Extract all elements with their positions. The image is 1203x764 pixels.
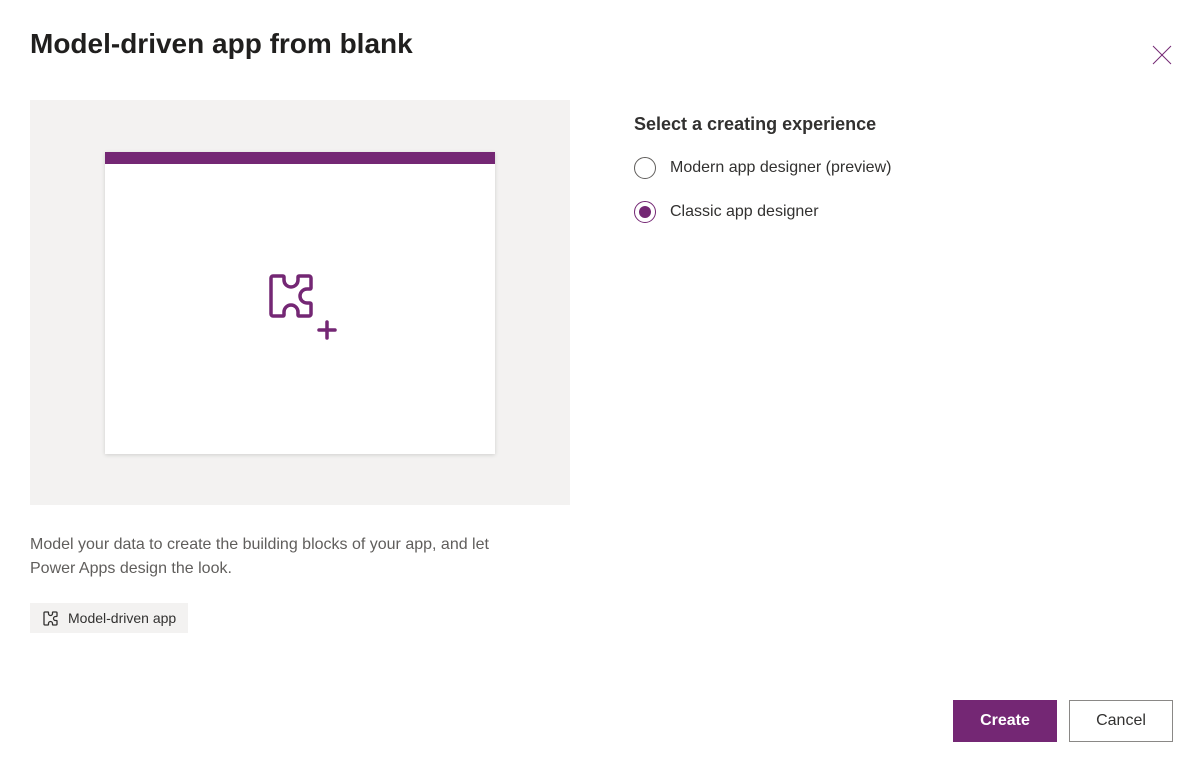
dialog-description: Model your data to create the building b… [30,533,510,581]
preview-illustration [261,164,339,454]
selector-heading: Select a creating experience [634,114,891,135]
radio-icon [634,157,656,179]
radio-label-modern: Modern app designer (preview) [670,159,891,177]
dialog-header: Model-driven app from blank [30,28,1173,70]
radio-option-modern[interactable]: Modern app designer (preview) [634,157,891,179]
close-icon [1151,44,1173,66]
create-app-dialog: Model-driven app from blank [0,0,1203,764]
tag-label: Model-driven app [68,610,176,626]
cancel-button[interactable]: Cancel [1069,700,1173,742]
dialog-footer: Create Cancel [953,700,1173,742]
radio-option-classic[interactable]: Classic app designer [634,201,891,223]
right-pane: Select a creating experience Modern app … [634,100,891,633]
puzzle-icon [42,609,60,627]
radio-icon-selected [634,201,656,223]
app-type-tag: Model-driven app [30,603,188,633]
preview-frame [30,100,570,505]
dialog-body: Model your data to create the building b… [30,100,1173,633]
left-pane: Model your data to create the building b… [30,100,570,633]
preview-card [105,152,495,454]
preview-title-bar [105,152,495,164]
create-button[interactable]: Create [953,700,1057,742]
radio-label-classic: Classic app designer [670,203,819,221]
dialog-title: Model-driven app from blank [30,28,413,60]
close-button[interactable] [1147,40,1177,70]
puzzle-plus-icon [261,270,339,347]
radio-dot [639,206,651,218]
